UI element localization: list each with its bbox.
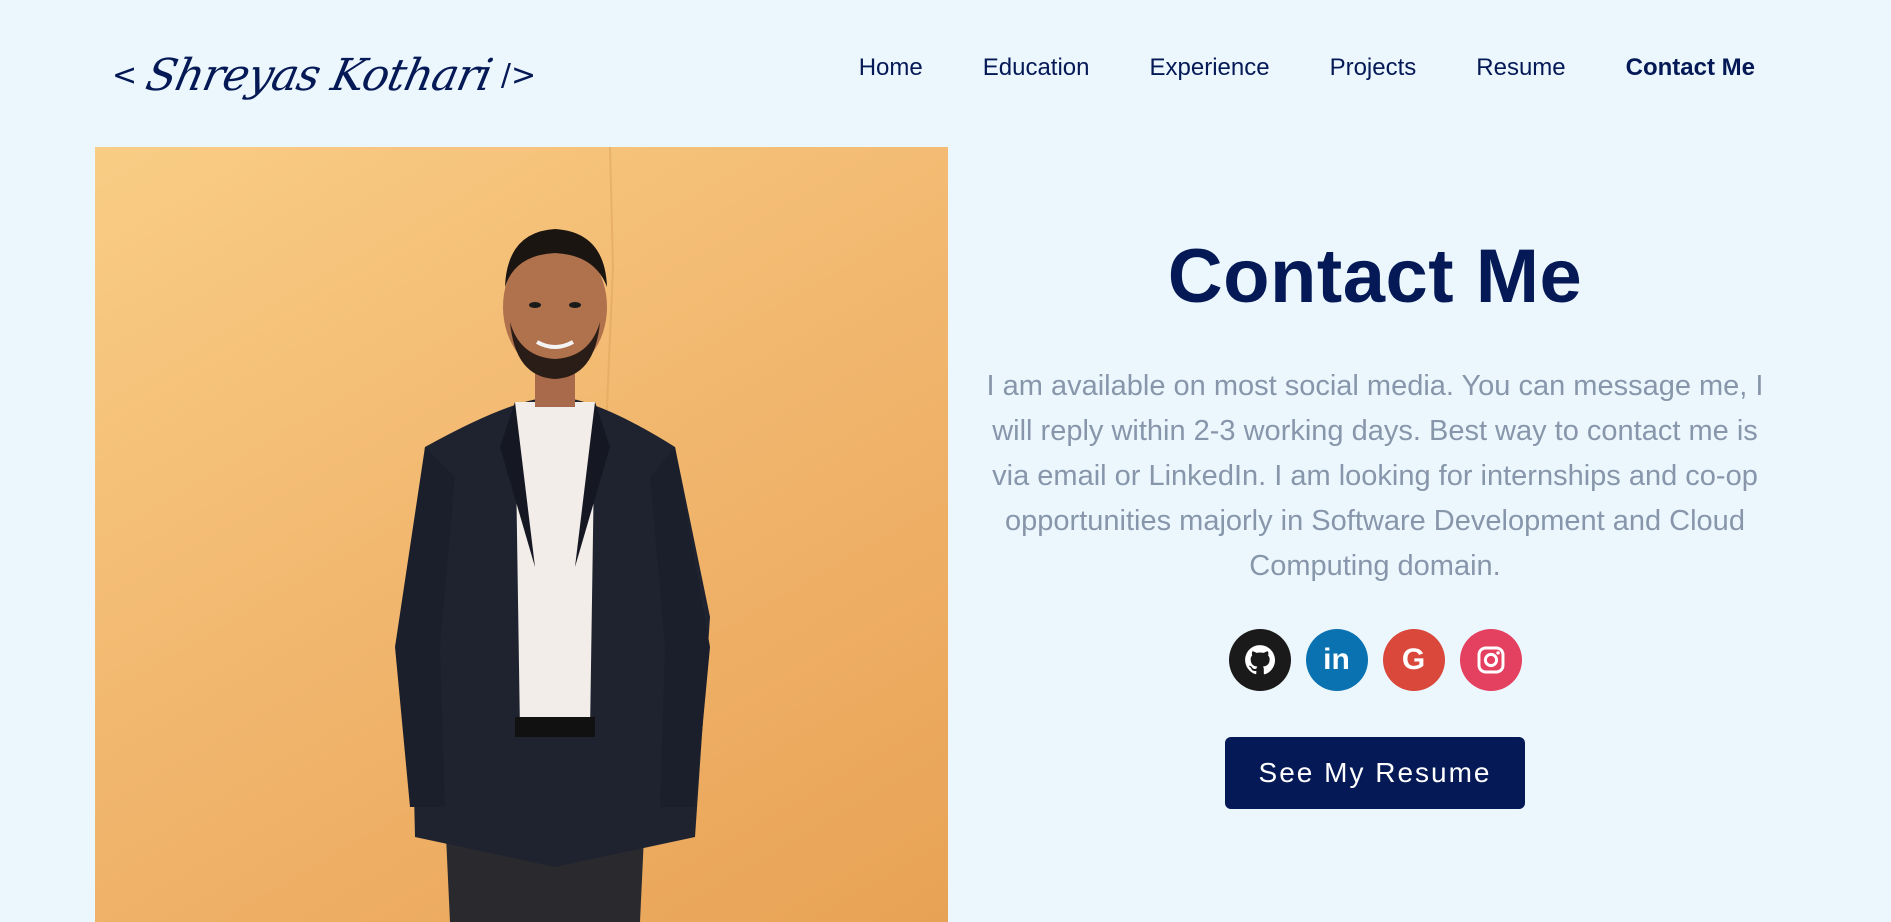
linkedin-link[interactable]: in [1305,629,1368,691]
nav-resume[interactable]: Resume [1476,54,1565,82]
linkedin-icon: in [1323,643,1350,676]
page: < Shreyas Kothari /> Home Education Expe… [0,0,1891,922]
nav-education[interactable]: Education [983,54,1090,82]
github-link[interactable] [1228,629,1291,691]
github-icon [1244,645,1275,675]
instagram-icon [1477,646,1504,674]
logo-open-bracket: < [112,57,138,93]
see-my-resume-button[interactable]: See My Resume [1225,737,1525,809]
contact-section: Contact Me I am available on most social… [970,147,1780,847]
nav-contact-me[interactable]: Contact Me [1626,54,1755,82]
logo[interactable]: < Shreyas Kothari /> [112,40,536,110]
google-icon: G [1401,643,1426,676]
nav-experience[interactable]: Experience [1150,54,1270,82]
nav-home[interactable]: Home [859,54,923,82]
main-nav: Home Education Experience Projects Resum… [859,54,1755,82]
logo-signature: Shreyas Kothari [141,49,497,101]
contact-description: I am available on most social media. You… [986,370,1764,582]
logo-close-bracket: /> [500,57,537,93]
portrait-illustration [395,147,710,922]
google-link[interactable]: G [1382,629,1445,691]
instagram-link[interactable] [1459,629,1522,691]
social-links: in G [1228,629,1522,691]
contact-title: Contact Me [1167,234,1583,319]
portrait-photo [95,147,948,922]
nav-projects[interactable]: Projects [1330,54,1417,82]
site-header: < Shreyas Kothari /> Home Education Expe… [0,0,1891,140]
